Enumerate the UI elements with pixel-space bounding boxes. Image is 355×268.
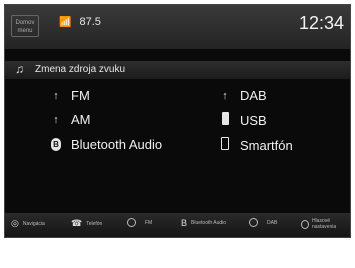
source-smartphone[interactable]: Smartfón	[218, 137, 293, 153]
source-am[interactable]: ↑ AM	[49, 112, 91, 127]
current-station: 📶 87.5	[59, 16, 101, 28]
shortcut-phone[interactable]: ☎ Telefón	[71, 218, 102, 229]
antenna-icon: ↑	[53, 89, 59, 102]
usb-icon	[218, 112, 232, 128]
navigation-icon: ◎	[11, 218, 19, 228]
shortcut-label: FM	[145, 219, 153, 226]
phone-icon: ☎	[71, 218, 83, 228]
antenna-icon: ↑	[53, 113, 59, 126]
bluetooth-icon: B	[181, 218, 188, 228]
antenna-icon: 📶	[59, 17, 72, 28]
shortcut-label: Navigácia	[22, 220, 45, 227]
music-note-icon: ♫	[15, 62, 24, 76]
shortcut-voice[interactable]: Hlasové nastavenia	[301, 218, 349, 230]
antenna-icon: ↑	[222, 89, 228, 102]
shortcut-navigation[interactable]: ◎ Navigácia	[11, 218, 45, 229]
smartphone-icon	[218, 137, 232, 153]
bluetooth-icon: B	[49, 138, 63, 151]
source-label: USB	[240, 112, 267, 128]
shortcut-bluetooth-audio[interactable]: B Bluetooth Audio	[181, 218, 233, 228]
shortcut-label: Telefón	[86, 220, 103, 227]
source-label: FM	[71, 88, 90, 103]
head-unit-screen: Domov menu 📶 87.5 12:34 ♫ Zmena zdroja zv…	[4, 4, 351, 238]
home-button[interactable]: Domov menu	[11, 15, 39, 37]
voice-icon	[301, 219, 309, 229]
antenna-icon	[127, 218, 136, 227]
shortcut-dab[interactable]: DAB	[249, 218, 277, 227]
shortcut-fm[interactable]: FM	[127, 218, 152, 227]
home-button-label: Domov menu	[15, 20, 35, 34]
source-label: Smartfón	[240, 137, 293, 153]
source-label: DAB	[240, 88, 267, 103]
source-label: AM	[71, 112, 91, 127]
antenna-icon	[249, 218, 258, 227]
source-bluetooth-audio[interactable]: B Bluetooth Audio	[49, 137, 162, 152]
shortcut-bar: ◎ Navigácia ☎ Telefón FM B Bluetooth Aud…	[5, 213, 350, 237]
shortcut-label: DAB	[267, 219, 278, 226]
station-frequency: 87.5	[79, 16, 101, 28]
source-dab[interactable]: ↑ DAB	[218, 88, 267, 103]
source-fm[interactable]: ↑ FM	[49, 88, 90, 103]
clock: 12:34	[298, 13, 344, 33]
shortcut-label: Hlasové nastavenia	[311, 218, 337, 230]
page-title: Zmena zdroja zvuku	[35, 64, 126, 75]
source-label: Bluetooth Audio	[71, 137, 163, 152]
status-bar: Domov menu 📶 87.5 12:34	[5, 5, 350, 49]
source-usb[interactable]: USB	[218, 112, 267, 128]
page-title-bar: ♫ Zmena zdroja zvuku	[5, 61, 350, 79]
shortcut-label: Bluetooth Audio	[191, 220, 227, 226]
